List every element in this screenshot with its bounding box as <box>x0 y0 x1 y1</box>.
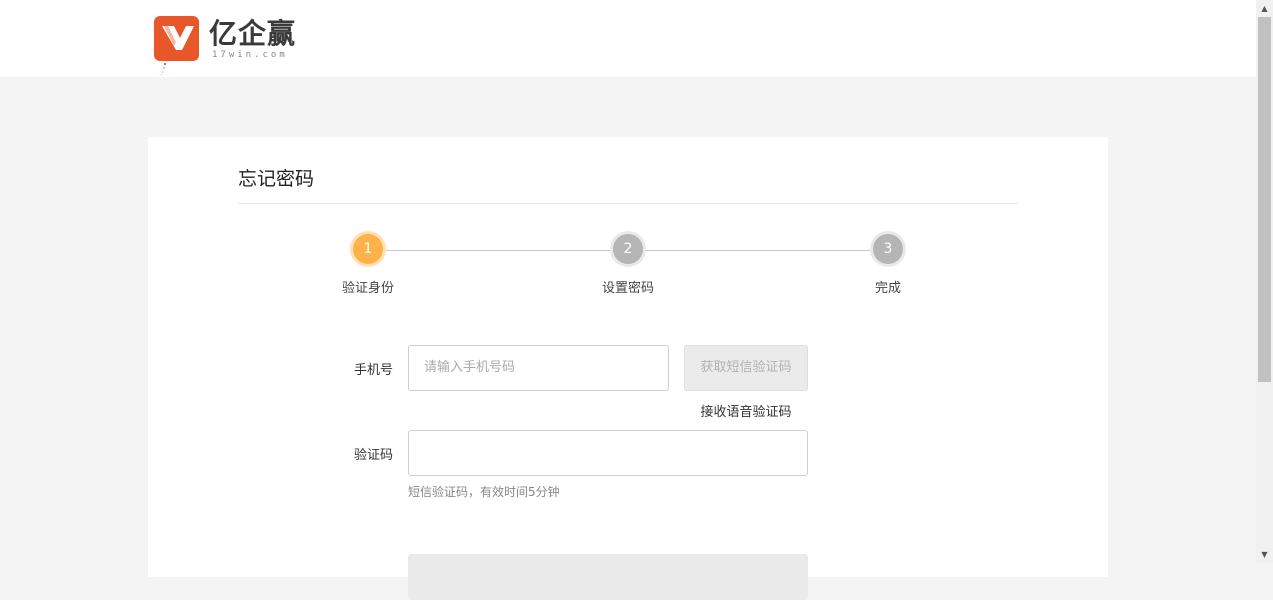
title-divider <box>238 203 1018 204</box>
site-header: 亿企赢 17win.com <box>0 0 1256 77</box>
step-connector-1-2 <box>383 250 613 251</box>
get-sms-code-button[interactable]: 获取短信验证码 <box>684 345 808 391</box>
logo-name: 亿企赢 <box>209 17 297 50</box>
page-title: 忘记密码 <box>238 168 315 190</box>
step-connector-2-3 <box>643 250 873 251</box>
forgot-password-card: 忘记密码 1 2 3 验证身份 设置密码 完成 手机号 请输入手机号码 获取短信… <box>148 137 1108 600</box>
step-3-circle: 3 <box>873 234 903 264</box>
next-step-button[interactable] <box>408 554 808 600</box>
code-input[interactable] <box>408 430 808 476</box>
step-2-circle: 2 <box>613 234 643 264</box>
step-2-label: 设置密码 <box>601 281 654 296</box>
phone-label: 手机号 <box>353 363 393 378</box>
scroll-up-arrow-icon[interactable]: ▲ <box>1256 0 1273 17</box>
logo-domain: 17win.com <box>212 50 288 60</box>
code-hint: 短信验证码，有效时间5分钟 <box>408 485 560 499</box>
logo[interactable]: 亿企赢 17win.com <box>154 16 304 76</box>
phone-input[interactable]: 请输入手机号码 <box>408 345 669 391</box>
vertical-scrollbar[interactable]: ▲ ▼ <box>1256 0 1273 563</box>
code-label: 验证码 <box>353 448 393 463</box>
step-1-label: 验证身份 <box>341 281 394 296</box>
scroll-down-arrow-icon[interactable]: ▼ <box>1256 546 1273 563</box>
scroll-thumb[interactable] <box>1258 17 1271 382</box>
step-3-label: 完成 <box>874 281 901 296</box>
step-1-circle: 1 <box>353 234 383 264</box>
logo-dots-icon <box>160 58 169 76</box>
voice-code-link[interactable]: 接收语音验证码 <box>684 401 808 420</box>
logo-icon <box>154 16 199 61</box>
